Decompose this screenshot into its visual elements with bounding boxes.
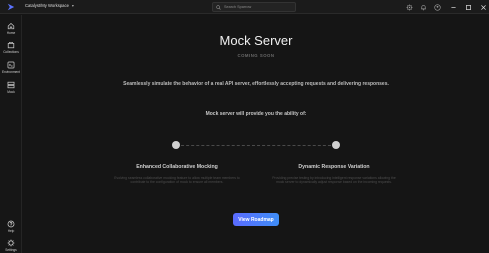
search-icon xyxy=(216,4,221,10)
close-icon xyxy=(480,4,486,10)
gear-icon xyxy=(7,239,15,247)
avatar-icon xyxy=(433,3,441,11)
maximize-icon xyxy=(465,4,471,10)
sidebar-item-settings[interactable]: Settings xyxy=(0,239,22,252)
main-content: Mock Server COMING SOON Seamlessly simul… xyxy=(23,15,489,253)
view-roadmap-button[interactable]: View Roadmap xyxy=(233,213,279,226)
maximize-button[interactable] xyxy=(463,2,473,12)
sidebar-item-label: Environment xyxy=(2,70,20,74)
sidebar-item-home[interactable]: Home xyxy=(0,22,22,35)
notifications-button[interactable] xyxy=(418,2,428,12)
timeline-dot xyxy=(332,141,340,149)
bell-icon xyxy=(420,4,426,10)
sidebar-item-label: Help xyxy=(7,229,15,233)
feature-title: Dynamic Response Variation xyxy=(298,164,370,170)
sidebar-item-label: Mock xyxy=(7,90,15,94)
feature-card: Enhanced Collaborative Mocking Evolving … xyxy=(112,164,242,185)
feature-description: Evolving seamless collaborative mocking … xyxy=(114,176,240,185)
timeline-dot xyxy=(172,141,180,149)
sidebar-item-collections[interactable]: Collections xyxy=(0,41,22,54)
home-icon xyxy=(7,22,15,30)
app-logo-icon xyxy=(7,3,15,11)
settings-button[interactable] xyxy=(404,2,414,12)
timeline-line xyxy=(176,144,336,146)
page-title: Mock Server xyxy=(219,33,293,48)
minimize-icon xyxy=(450,6,456,8)
status-label: COMING SOON xyxy=(237,53,275,58)
sidebar-item-label: Home xyxy=(6,31,16,35)
feature-description: Providing precise testing by introducing… xyxy=(272,176,396,185)
mock-icon xyxy=(7,81,15,89)
user-avatar-button[interactable] xyxy=(432,2,442,12)
feature-card: Dynamic Response Variation Providing pre… xyxy=(269,164,399,185)
close-button[interactable] xyxy=(478,2,488,12)
sidebar-item-environment[interactable]: Environment xyxy=(0,61,22,74)
sidebar-item-mock[interactable]: Mock xyxy=(0,81,22,94)
page-description: Seamlessly simulate the behavior of a re… xyxy=(123,81,389,87)
window-controls xyxy=(448,2,488,12)
section-subtitle: Mock server will provide you the ability… xyxy=(205,111,307,117)
search-bar[interactable]: Search Sparrow xyxy=(212,2,296,12)
help-icon xyxy=(7,220,15,228)
sidebar-item-label: Collections xyxy=(3,50,19,54)
search-placeholder: Search Sparrow xyxy=(224,5,252,9)
titlebar-actions xyxy=(404,2,442,12)
feature-title: Enhanced Collaborative Mocking xyxy=(136,164,218,170)
workspace-label: Catalyst/My Workspace xyxy=(25,3,69,8)
workspace-selector[interactable]: Catalyst/My Workspace ▾ xyxy=(25,3,74,8)
chevron-down-icon: ▾ xyxy=(71,3,74,8)
sidebar-item-help[interactable]: Help xyxy=(0,220,22,233)
collections-icon xyxy=(7,42,15,49)
feature-timeline xyxy=(172,140,340,150)
minimize-button[interactable] xyxy=(448,2,458,12)
sidebar-item-label: Settings xyxy=(5,248,17,252)
gear-icon xyxy=(406,4,412,10)
environment-icon xyxy=(7,61,15,69)
title-bar: Catalyst/My Workspace ▾ Search Sparrow xyxy=(0,0,489,14)
sidebar: Home Collections Environment Mock Help S… xyxy=(0,15,22,253)
